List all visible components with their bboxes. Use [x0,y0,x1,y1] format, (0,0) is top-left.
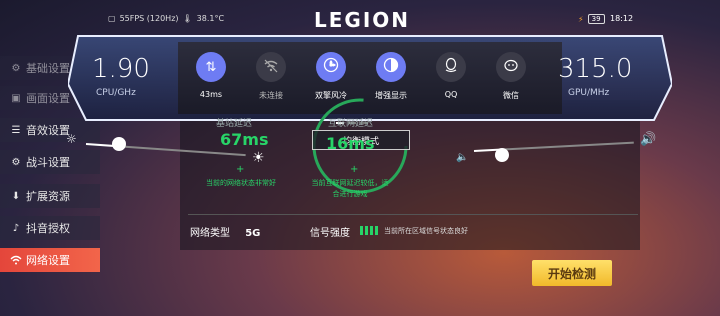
qq-icon [444,57,458,77]
wifi-label: 未连接 [259,91,283,100]
latency-label: 43ms [199,90,223,99]
volume-slider-handle[interactable] [495,148,509,162]
divider [188,214,638,215]
internet-latency-desc-2: 合进行游戏 [332,190,368,198]
menu-item-resources[interactable]: ⬇ 扩展资源 [0,184,100,208]
network-type-label: 网络类型 [190,228,230,239]
menu-item-label: 音效设置 [26,124,70,137]
menu-item-network[interactable]: 网络设置 [0,248,100,272]
internet-latency-value: 16ms [326,134,375,153]
signal-strength-label: 信号强度 [310,228,350,239]
base-latency-value: 67ms [220,130,269,149]
enhance-display-button[interactable] [376,52,406,82]
plus-icon: + [236,164,245,175]
contrast-icon [383,57,399,77]
signal-bars-icon [360,226,378,235]
internet-latency-label: 互联网延迟 [328,119,374,129]
temperature-text: 38.1°C [196,14,225,23]
clock: 18:12 [610,14,634,23]
battery-level: 39 [587,14,605,24]
menu-item-label: 基础设置 [26,62,70,75]
qq-label: QQ [444,90,458,99]
menu-item-label: 画面设置 [26,92,70,105]
battery-indicator: ⚡ 39 [578,14,605,24]
cooling-button[interactable] [316,52,346,82]
gpu-unit: GPU/MHz [568,88,610,98]
fan-icon [323,57,339,77]
brightness-low-icon: ☼ [66,132,77,146]
fps-icon: ▢ [108,14,116,23]
douyin-icon: ♪ [12,222,20,234]
legion-logo: LEGION [314,8,411,32]
gear-icon: ⚙ [11,156,21,168]
menu-item-combat[interactable]: ⚙ 战斗设置 [0,150,100,174]
image-icon: ▣ [11,92,21,104]
brightness-high-icon: ☀ [252,150,265,166]
network-type-row: 网络类型 5G [190,224,260,239]
cpu-unit: CPU/GHz [96,88,136,98]
menu-item-label: 扩展资源 [26,190,70,203]
wifi-icon [10,254,22,266]
gear-icon: ⚙ [11,62,21,74]
brightness-slider-handle[interactable] [112,137,126,151]
equalizer-icon: ☰ [11,124,21,136]
wifi-button[interactable] [256,52,286,82]
menu-item-label: 抖音授权 [26,222,70,235]
latency-icon: ⇅ [205,59,217,75]
wechat-label: 微信 [503,91,519,100]
signal-desc: 当前所在区域信号状态良好 [384,227,468,235]
status-bar: ▢ 55FPS (120Hz) 🌡 38.1°C LEGION ⚡ 39 18:… [0,0,720,36]
fps-readout: ▢ 55FPS (120Hz) 🌡 38.1°C [108,14,224,23]
volume-high-icon: 🔊 [640,132,657,147]
download-icon: ⬇ [11,190,21,202]
menu-item-label: 网络设置 [26,254,70,267]
network-type-value: 5G [245,228,261,239]
fps-text: 55FPS (120Hz) [119,14,179,23]
qq-button[interactable] [436,52,466,82]
internet-latency-desc-1: 当前互联网延迟较低，适 [311,179,389,187]
wifi-off-icon [263,58,279,77]
plus-icon: + [350,164,359,175]
thermometer-icon: 🌡 [182,14,193,23]
volume-low-icon: 🔈 [456,152,469,163]
charging-icon: ⚡ [578,14,584,24]
latency-button[interactable]: ⇅ [196,52,226,82]
menu-item-label: 战斗设置 [26,156,70,169]
gpu-value: 315.0 [558,54,633,84]
cpu-value: 1.90 [92,54,150,84]
start-test-button[interactable]: 开始检测 [532,260,612,286]
base-latency-label: 基站延迟 [216,119,253,129]
base-latency-desc: 当前的网络状态非常好 [206,179,276,187]
wechat-button[interactable] [496,52,526,82]
menu-item-douyin[interactable]: ♪ 抖音授权 [0,216,100,240]
wechat-icon [503,58,519,77]
